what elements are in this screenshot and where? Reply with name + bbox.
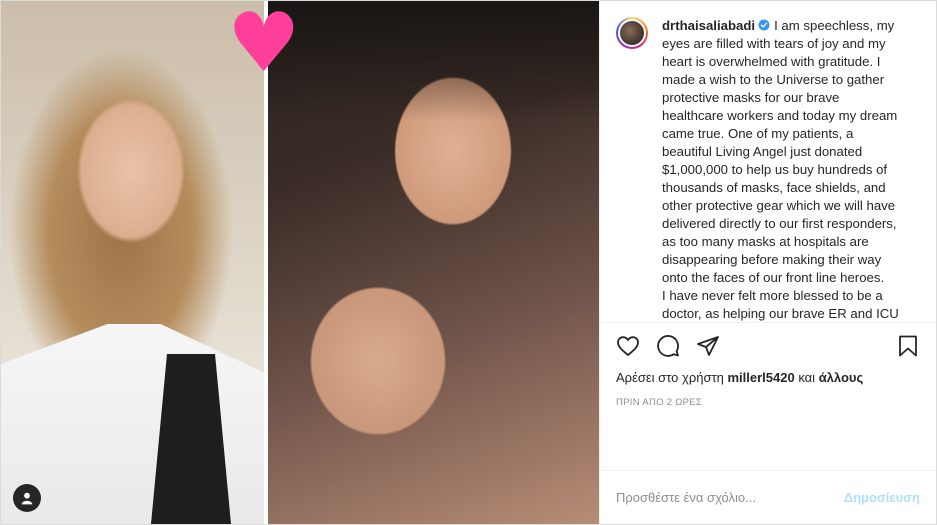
save-button[interactable] (896, 334, 920, 358)
paper-plane-icon (697, 336, 719, 356)
likes-prefix: Αρέσει στο χρήστη (616, 370, 724, 385)
user-icon (21, 492, 33, 505)
post-sidebar: drthaisaliabadi I am speechless, my eyes … (599, 1, 936, 524)
instagram-post: ♥ drthaisaliabadi I am speechless, my eye… (0, 0, 937, 525)
likes-suffix: και (798, 370, 816, 385)
post-image[interactable]: ♥ (1, 1, 599, 524)
speech-bubble-icon (657, 335, 679, 357)
caption-text: drthaisaliabadi I am speechless, my eyes … (662, 17, 904, 322)
likes-summary: Αρέσει στο χρήστη millerl5420 και άλλους (616, 369, 920, 387)
comment-button[interactable] (656, 334, 680, 358)
caption-paragraph-2: I have never felt more blessed to be a d… (662, 288, 899, 321)
username-link[interactable]: drthaisaliabadi (662, 18, 755, 33)
liker-username-link[interactable]: millerl5420 (727, 370, 794, 385)
caption-section: drthaisaliabadi I am speechless, my eyes … (600, 1, 936, 322)
comment-section: Δημοσίευση (600, 470, 936, 524)
post-comment-button[interactable]: Δημοσίευση (844, 490, 920, 505)
bookmark-icon (899, 335, 917, 357)
avatar[interactable] (616, 17, 648, 49)
share-button[interactable] (696, 334, 720, 358)
actions-section: Αρέσει στο χρήστη millerl5420 και άλλους… (600, 322, 936, 470)
caption-paragraph-1: I am speechless, my eyes are filled with… (662, 18, 898, 285)
pink-heart-emoji: ♥ (227, 1, 301, 91)
verified-badge-icon (758, 19, 770, 31)
heart-outline-icon (617, 336, 639, 356)
comment-input[interactable] (616, 490, 844, 505)
post-timestamp[interactable]: ΠΡΙΝ ΑΠΟ 2 ΩΡΕΣ (616, 397, 920, 408)
like-button[interactable] (616, 334, 640, 358)
user-tag-button[interactable] (13, 484, 41, 512)
likes-others-link[interactable]: άλλους (819, 370, 864, 385)
hair-shadow (268, 1, 599, 121)
action-bar (616, 325, 920, 367)
